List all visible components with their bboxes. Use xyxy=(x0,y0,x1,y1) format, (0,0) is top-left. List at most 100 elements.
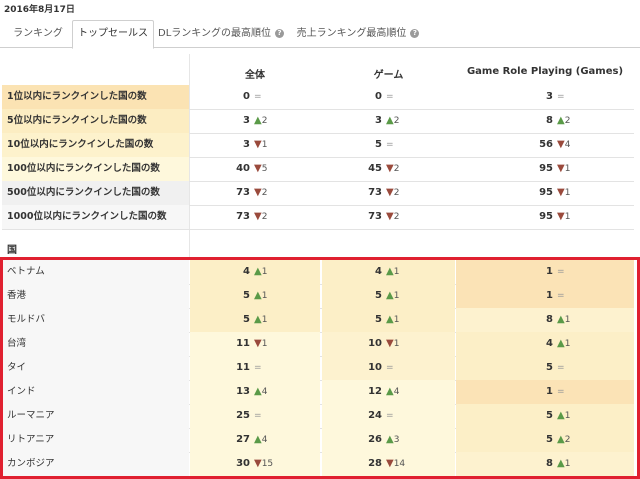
country-row[interactable]: インド 13 ▲4 12 ▲4 1 = xyxy=(2,380,634,405)
rank-count: 12 xyxy=(368,386,382,397)
rank-count: 3 xyxy=(546,91,553,102)
rank-change: ▼1 xyxy=(557,205,570,229)
rank-change: ▲1 xyxy=(254,284,267,308)
tab-ranking[interactable]: ランキング xyxy=(8,22,68,46)
rank-change: ▼2 xyxy=(386,181,399,205)
rank-change: = xyxy=(386,404,394,428)
arrow-up-icon: ▲ xyxy=(386,314,394,325)
rank-change: = xyxy=(557,85,565,109)
summary-cell: 8 ▲2 xyxy=(456,109,634,133)
arrow-down-icon: ▼ xyxy=(254,458,262,469)
country-row[interactable]: 香港 5 ▲1 5 ▲1 1 = xyxy=(2,284,634,309)
rank-count: 5 xyxy=(375,139,382,150)
help-icon[interactable]: ? xyxy=(274,29,284,38)
rank-change: = xyxy=(386,133,394,157)
country-name: モルドバ xyxy=(2,308,189,332)
rank-count: 5 xyxy=(243,290,250,301)
rank-change: ▲2 xyxy=(386,109,399,133)
country-name: 香港 xyxy=(2,284,189,308)
arrow-down-icon: ▼ xyxy=(386,458,394,469)
change-value: 1 xyxy=(393,339,400,349)
rank-change: ▼2 xyxy=(254,205,267,229)
rank-count: 4 xyxy=(243,266,250,277)
arrow-down-icon: ▼ xyxy=(557,163,565,174)
rank-count: 5 xyxy=(546,434,553,445)
summary-cell: 0 = xyxy=(322,85,455,109)
rank-change: ▼15 xyxy=(254,452,273,476)
change-value: 1 xyxy=(261,315,268,325)
rank-count: 40 xyxy=(236,163,250,174)
tab-label: ランキング xyxy=(13,28,63,39)
arrow-up-icon: ▲ xyxy=(386,290,394,301)
rank-count: 95 xyxy=(539,211,553,222)
rank-count: 95 xyxy=(539,187,553,198)
country-cell: 5 ▲1 xyxy=(456,404,634,428)
country-cell: 10 ▼1 xyxy=(322,332,455,356)
country-name: ベトナム xyxy=(2,260,189,284)
rank-count: 95 xyxy=(539,163,553,174)
country-row[interactable]: リトアニア 27 ▲4 26 ▲3 5 ▲2 xyxy=(2,428,634,453)
country-row[interactable]: モルドバ 5 ▲1 5 ▲1 8 ▲1 xyxy=(2,308,634,333)
rank-change: ▲1 xyxy=(254,260,267,284)
arrow-down-icon: ▼ xyxy=(254,139,262,150)
country-cell: 4 ▲1 xyxy=(322,260,455,284)
rank-change: ▲2 xyxy=(254,109,267,133)
tab-dl-best-rank[interactable]: DLランキングの最高順位? xyxy=(157,22,285,46)
change-value: 1 xyxy=(393,267,400,277)
change-value: 1 xyxy=(393,291,400,301)
country-row[interactable]: ルーマニア 25 = 24 = 5 ▲1 xyxy=(2,404,634,429)
arrow-down-icon: ▼ xyxy=(386,187,394,198)
rank-change: ▲1 xyxy=(386,260,399,284)
change-value: 1 xyxy=(261,140,268,150)
rank-change: ▲4 xyxy=(386,380,399,404)
summary-row: 10位以内にランクインした国の数 3 ▼1 5 = 56 ▼4 xyxy=(2,133,634,158)
change-value: 1 xyxy=(393,315,400,325)
rank-change: ▲3 xyxy=(386,428,399,452)
rank-count: 13 xyxy=(236,386,250,397)
change-value: 2 xyxy=(564,116,571,126)
rank-count: 28 xyxy=(368,458,382,469)
tab-sales-best-rank[interactable]: 売上ランキング最高順位? xyxy=(295,22,421,46)
arrow-up-icon: ▲ xyxy=(254,434,262,445)
summary-row: 500位以内にランクインした国の数 73 ▼2 73 ▼2 95 ▼1 xyxy=(2,181,634,206)
rank-count: 1 xyxy=(546,266,553,277)
rank-change: ▲1 xyxy=(386,284,399,308)
arrow-up-icon: ▲ xyxy=(254,115,262,126)
change-value: 4 xyxy=(261,435,268,445)
rank-change: = xyxy=(254,85,262,109)
country-row[interactable]: タイ 11 = 10 = 5 = xyxy=(2,356,634,381)
arrow-down-icon: ▼ xyxy=(386,163,394,174)
rank-count: 5 xyxy=(375,290,382,301)
summary-row-label: 1000位以内にランクインした国の数 xyxy=(2,205,189,229)
change-value: 2 xyxy=(393,164,400,174)
country-row[interactable]: ベトナム 4 ▲1 4 ▲1 1 = xyxy=(2,260,634,285)
country-name: タイ xyxy=(2,356,189,380)
rank-change: ▼1 xyxy=(254,332,267,356)
rank-change: ▲1 xyxy=(557,404,570,428)
country-row[interactable]: カンボジア 30 ▼15 28 ▼14 8 ▲1 xyxy=(2,452,634,477)
summary-row-label: 1位以内にランクインした国の数 xyxy=(2,85,189,109)
summary-row-label: 500位以内にランクインした国の数 xyxy=(2,181,189,205)
rank-count: 5 xyxy=(546,410,553,421)
summary-cell: 3 ▲2 xyxy=(190,109,320,133)
arrow-up-icon: ▲ xyxy=(557,115,565,126)
arrow-down-icon: ▼ xyxy=(254,338,262,349)
arrow-up-icon: ▲ xyxy=(386,386,394,397)
rank-count: 0 xyxy=(375,91,382,102)
rank-change: ▲4 xyxy=(254,428,267,452)
rank-count: 5 xyxy=(546,362,553,373)
column-header-overall: 全体 xyxy=(245,70,265,81)
summary-row-label: 5位以内にランクインした国の数 xyxy=(2,109,189,133)
help-icon[interactable]: ? xyxy=(410,29,420,38)
change-value: 15 xyxy=(261,459,274,469)
country-cell: 25 = xyxy=(190,404,320,428)
rank-change: ▼14 xyxy=(386,452,405,476)
rank-count: 8 xyxy=(546,458,553,469)
rank-count: 3 xyxy=(243,139,250,150)
country-row[interactable]: 台湾 11 ▼1 10 ▼1 4 ▲1 xyxy=(2,332,634,357)
tab-top-sales[interactable]: トップセールス xyxy=(72,20,154,49)
country-cell: 8 ▲1 xyxy=(456,452,634,476)
arrow-up-icon: ▲ xyxy=(557,434,565,445)
equal-icon: = xyxy=(386,140,394,150)
rank-change: = xyxy=(557,380,565,404)
